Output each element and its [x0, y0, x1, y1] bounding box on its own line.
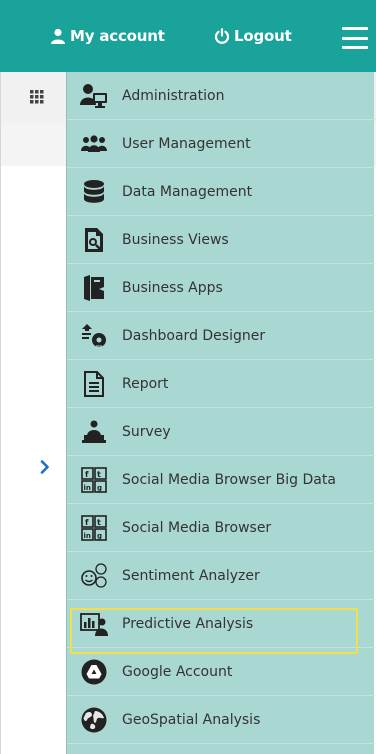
report-document-icon	[80, 370, 108, 398]
top-header: My account Logout	[0, 0, 376, 72]
google-drive-icon	[80, 658, 108, 686]
menu-item-geospatial-analysis[interactable]: GeoSpatial Analysis	[67, 696, 375, 744]
menu-item-label: Social Media Browser	[122, 519, 272, 536]
left-gutter	[0, 72, 66, 754]
menu-item-data-management[interactable]: Data Management	[67, 168, 375, 216]
app-frame: My account Logout Administration User Ma…	[0, 0, 376, 754]
hamburger-menu-icon[interactable]	[342, 27, 372, 49]
menu-item-predictive-analysis[interactable]: Predictive Analysis	[67, 600, 375, 648]
logout-label: Logout	[234, 27, 292, 45]
menu-item-label: Sentiment Analyzer	[122, 567, 260, 584]
svg-text:t: t	[97, 470, 101, 479]
menu-item-label: User Management	[122, 135, 251, 152]
book-icon	[80, 274, 108, 302]
database-icon	[80, 178, 108, 206]
menu-item-label: Administration	[122, 87, 225, 104]
survey-person-icon	[80, 418, 108, 446]
menu-item-survey[interactable]: Survey	[67, 408, 375, 456]
svg-text:g: g	[97, 532, 102, 540]
menu-item-label: GeoSpatial Analysis	[122, 711, 261, 728]
menu-item-label: Social Media Browser Big Data	[122, 471, 336, 488]
my-account-label: My account	[70, 27, 165, 45]
svg-text:in: in	[84, 484, 91, 492]
menu-item-label: Google Account	[122, 663, 233, 680]
navigation-menu: Administration User Management Data Mana…	[66, 72, 375, 754]
smiley-faces-icon	[80, 562, 108, 590]
menu-item-report[interactable]: Report	[67, 360, 375, 408]
apps-grid-icon[interactable]	[30, 90, 44, 104]
dashboard-designer-icon	[80, 322, 108, 350]
menu-item-label: Predictive Analysis	[122, 615, 254, 632]
menu-item-label: Business Views	[122, 231, 229, 248]
menu-item-google-account[interactable]: Google Account	[67, 648, 375, 696]
social-media-grid-icon: f t in g	[80, 466, 108, 494]
menu-item-label: Data Management	[122, 183, 253, 200]
menu-item-label: Dashboard Designer	[122, 327, 266, 344]
menu-item-label: Business Apps	[122, 279, 223, 296]
menu-item-user-management[interactable]: User Management	[67, 120, 375, 168]
user-icon	[51, 28, 65, 44]
globe-icon	[80, 706, 108, 734]
my-account-link[interactable]: My account	[50, 0, 165, 72]
admin-monitor-icon	[80, 82, 108, 110]
svg-text:g: g	[97, 484, 102, 492]
chevron-right-icon[interactable]	[40, 460, 50, 474]
menu-item-business-views[interactable]: Business Views	[67, 216, 375, 264]
svg-text:t: t	[97, 518, 101, 527]
menu-item-business-apps[interactable]: Business Apps	[67, 264, 375, 312]
logout-link[interactable]: Logout	[214, 0, 292, 72]
menu-item-label: Survey	[122, 423, 171, 440]
menu-item-social-media-browser-big-data[interactable]: f t in g Social Media Browser Big Data	[67, 456, 375, 504]
menu-item-administration[interactable]: Administration	[67, 72, 375, 120]
svg-text:in: in	[84, 532, 91, 540]
power-icon	[214, 28, 230, 44]
svg-text:f: f	[85, 470, 89, 479]
menu-item-label: Report	[122, 375, 169, 392]
social-media-grid-icon: f t in g	[80, 514, 108, 542]
chart-person-icon	[80, 610, 108, 638]
menu-item-social-media-browser[interactable]: f t in g Social Media Browser	[67, 504, 375, 552]
svg-text:f: f	[85, 518, 89, 527]
users-group-icon	[80, 130, 108, 158]
document-search-icon	[80, 226, 108, 254]
menu-item-dashboard-designer[interactable]: Dashboard Designer	[67, 312, 375, 360]
menu-item-sentiment-analyzer[interactable]: Sentiment Analyzer	[67, 552, 375, 600]
